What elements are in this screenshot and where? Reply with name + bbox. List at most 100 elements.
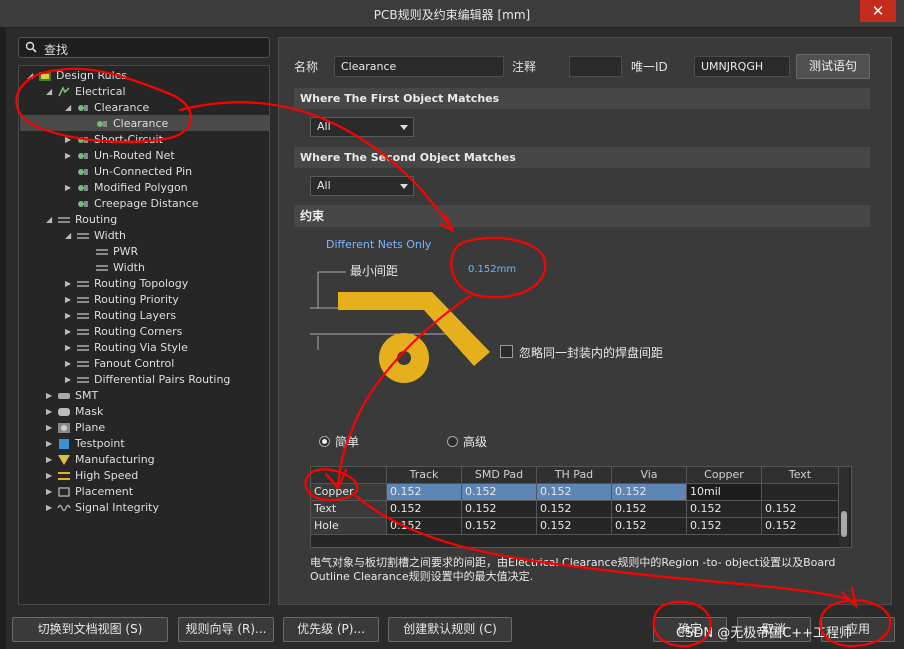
window-title: PCB规则及约束编辑器 [mm] [373, 8, 531, 22]
expand-arrow-icon[interactable]: ▶ [46, 436, 56, 452]
different-nets-link[interactable]: Different Nets Only [326, 238, 431, 251]
first-object-dropdown[interactable]: All [310, 117, 414, 137]
title-bar: PCB规则及约束编辑器 [mm] ✕ [0, 0, 904, 28]
min-clearance-value[interactable]: 0.152mm [468, 264, 516, 275]
diff-pairs-icon [77, 377, 89, 383]
expand-arrow-icon[interactable]: ▶ [65, 180, 75, 196]
matrix-cell[interactable]: 0.152 [387, 518, 462, 535]
matrix-cell[interactable]: 0.152 [762, 518, 839, 535]
search-icon [25, 41, 37, 53]
matrix-cell[interactable]: 0.152 [537, 501, 612, 518]
expand-arrow-icon[interactable]: ▶ [65, 372, 75, 388]
ignore-pads-checkbox[interactable] [500, 345, 513, 358]
row-header-copper: Copper [311, 484, 387, 501]
mode-simple-radio[interactable] [319, 436, 330, 447]
expand-arrow-icon[interactable]: ▶ [65, 292, 75, 308]
matrix-cell[interactable]: 0.152 [687, 501, 762, 518]
width-icon [77, 233, 89, 239]
expand-arrow-icon[interactable]: ▶ [46, 452, 56, 468]
column-header: TH Pad [537, 467, 612, 484]
priority-icon [77, 297, 89, 303]
matrix-cell[interactable]: 0.152 [462, 501, 537, 518]
collapse-arrow-icon[interactable]: ◢ [65, 228, 75, 244]
clearance-icon [78, 105, 88, 111]
expand-arrow-icon[interactable]: ▶ [46, 468, 56, 484]
name-field[interactable]: Clearance [334, 56, 504, 77]
search-placeholder: 查找 [44, 43, 69, 57]
expand-arrow-icon[interactable]: ▶ [46, 388, 56, 404]
short-circuit-icon [78, 137, 88, 143]
clearance-matrix[interactable]: Track SMD Pad TH Pad Via Copper Text Cop… [310, 466, 852, 548]
matrix-cell[interactable]: 10mil [687, 484, 762, 501]
expand-arrow-icon[interactable]: ▶ [46, 404, 56, 420]
test-query-button[interactable]: 测试语句 [796, 54, 870, 79]
matrix-scrollbar[interactable] [839, 467, 849, 547]
rule-wizard-button[interactable]: 规则向导 (R)... [178, 617, 274, 642]
matrix-cell[interactable]: 0.152 [687, 518, 762, 535]
matrix-cell[interactable]: 0.152 [537, 518, 612, 535]
width-rule-icon [96, 265, 108, 271]
clearance-rule-icon [97, 121, 107, 127]
matrix-cell[interactable]: 0.152 [612, 501, 687, 518]
expand-arrow-icon[interactable]: ▶ [46, 484, 56, 500]
column-header: Via [612, 467, 687, 484]
layers-icon [77, 313, 89, 319]
scrollbar-thumb[interactable] [841, 511, 847, 537]
name-label: 名称 [294, 60, 319, 74]
matrix-cell[interactable]: 0.152 [462, 518, 537, 535]
collapse-arrow-icon[interactable]: ◢ [65, 100, 75, 116]
document-view-button[interactable]: 切换到文档视图 (S) [12, 617, 168, 642]
matrix-cell[interactable]: 0.152 [537, 484, 612, 501]
watermark-text: CSDN @无极帝国C++工程师 [676, 626, 853, 641]
first-object-header: Where The First Object Matches [294, 88, 870, 109]
expand-arrow-icon[interactable]: ▶ [46, 500, 56, 516]
collapse-arrow-icon[interactable]: ◢ [46, 84, 56, 100]
close-button[interactable]: ✕ [860, 0, 896, 22]
expand-arrow-icon[interactable]: ▶ [65, 340, 75, 356]
matrix-cell[interactable]: 0.152 [762, 501, 839, 518]
collapse-arrow-icon[interactable]: ◢ [46, 212, 56, 228]
placement-icon [58, 487, 70, 497]
rules-tree[interactable]: ◢ Design Rules ◢ Electrical ◢ Clearance … [18, 65, 270, 605]
expand-arrow-icon[interactable]: ▶ [65, 148, 75, 164]
signal-integrity-icon [57, 504, 71, 512]
routing-icon [58, 217, 70, 223]
mask-icon [58, 408, 70, 416]
unique-id-field[interactable]: UMNJRQGH [694, 56, 790, 77]
matrix-cell[interactable] [762, 484, 839, 501]
second-object-value: All [317, 179, 331, 192]
matrix-cell[interactable]: 0.152 [612, 484, 687, 501]
unique-id-label: 唯一ID [631, 60, 668, 74]
row-header-hole: Hole [311, 518, 387, 535]
matrix-cell[interactable]: 0.152 [387, 501, 462, 518]
via-style-icon [77, 345, 89, 351]
create-default-rules-button[interactable]: 创建默认规则 (C) [388, 617, 512, 642]
expand-arrow-icon[interactable]: ▶ [46, 420, 56, 436]
testpoint-icon [59, 439, 69, 449]
mode-advanced-label: 高级 [463, 435, 488, 449]
priority-button[interactable]: 优先级 (P)... [283, 617, 379, 642]
expand-arrow-icon[interactable]: ▶ [65, 356, 75, 372]
comment-field[interactable] [569, 56, 622, 77]
second-object-dropdown[interactable]: All [310, 176, 414, 196]
matrix-cell[interactable]: 0.152 [387, 484, 462, 501]
topology-icon [77, 281, 89, 287]
fanout-icon [77, 361, 89, 367]
expand-arrow-icon[interactable]: ▶ [65, 132, 75, 148]
matrix-cell[interactable]: 0.152 [612, 518, 687, 535]
matrix-cell[interactable]: 0.152 [462, 484, 537, 501]
electrical-icon [58, 86, 70, 97]
mode-advanced-radio[interactable] [447, 436, 458, 447]
expand-arrow-icon[interactable]: ▶ [65, 308, 75, 324]
expand-arrow-icon[interactable]: ▶ [65, 324, 75, 340]
expand-arrow-icon[interactable]: ▶ [65, 276, 75, 292]
smt-icon [58, 393, 70, 399]
collapse-arrow-icon[interactable]: ◢ [27, 68, 37, 84]
unrouted-net-icon [78, 153, 88, 159]
manufacturing-icon [58, 455, 70, 465]
matrix-corner [311, 467, 387, 484]
search-input[interactable]: 查找 [18, 37, 270, 58]
column-header: Track [387, 467, 462, 484]
rule-description: 电气对象与板切割槽之间要求的间距，由Electrical Clearance规则… [310, 556, 836, 583]
chevron-down-icon [400, 125, 408, 130]
